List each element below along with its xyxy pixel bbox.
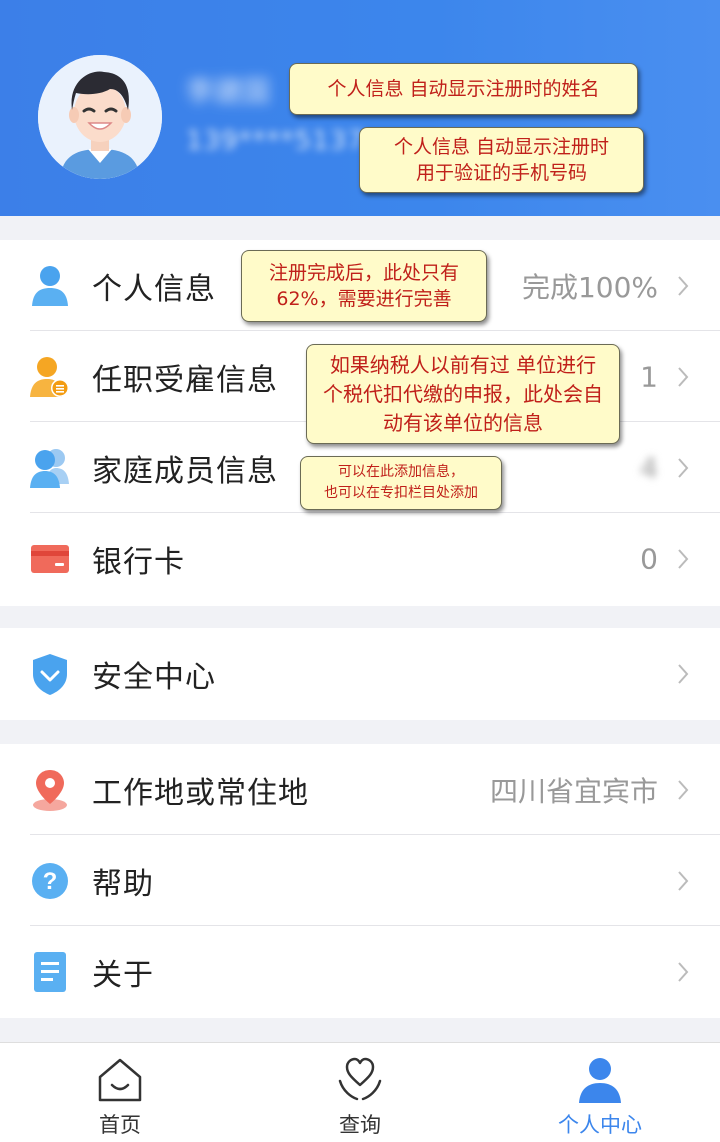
user-icon [579, 1058, 621, 1103]
callout-text: 也可以在专扣栏目处添加 [324, 485, 478, 501]
profile-header: 李建国 139****5137 个人信息 自动显示注册时的姓名 个人信息 自动显… [0, 0, 720, 216]
callout-name-note: 个人信息 自动显示注册时的姓名 [289, 63, 638, 115]
menu-label: 工作地或常住地 [92, 775, 309, 811]
tab-label: 个人中心 [558, 1113, 642, 1137]
callout-text: 个人信息 自动显示注册时的姓名 [327, 78, 600, 100]
chevron-right-icon [678, 275, 689, 296]
completion-value: 完成100% [521, 270, 658, 304]
bank-card-icon [30, 537, 70, 581]
callout-text: 用于验证的手机号码 [415, 162, 587, 184]
callout-employment-note: 如果纳税人以前有过 单位进行 个税代扣代缴的申报，此处会自 动有该单位的信息 [306, 344, 620, 444]
menu-item-about[interactable]: 关于 [0, 926, 720, 1017]
menu-item-location[interactable]: 工作地或常住地 四川省宜宾市 [0, 744, 720, 835]
bottom-tab-bar: 首页 查询 个人中心 [0, 1042, 720, 1142]
menu-item-bank-card[interactable]: 银行卡 0 [0, 513, 720, 604]
callout-family-note: 可以在此添加信息， 也可以在专扣栏目处添加 [300, 456, 502, 510]
menu-label: 安全中心 [92, 660, 216, 695]
chevron-right-icon [678, 548, 689, 569]
chevron-right-icon [678, 870, 689, 891]
menu-label: 任职受雇信息 [92, 362, 278, 398]
avatar-illustration [38, 55, 162, 179]
tab-me[interactable]: 个人中心 [480, 1043, 720, 1142]
callout-text: 62%，需要进行完善 [276, 288, 452, 310]
svg-text:?: ? [43, 868, 58, 895]
document-icon [30, 950, 70, 994]
menu-item-help[interactable]: ? 帮助 [0, 835, 720, 926]
tab-query[interactable]: 查询 [240, 1043, 480, 1142]
menu-label: 家庭成员信息 [92, 453, 278, 489]
callout-text: 注册完成后，此处只有 [268, 262, 459, 284]
menu-label: 关于 [92, 957, 154, 993]
menu-label: 个人信息 [92, 271, 216, 307]
family-icon [30, 446, 70, 490]
info-group: 个人信息 完成100% 任职受雇信息 1 家庭成员信息 4 银行卡 0 注册完成… [0, 240, 720, 606]
tab-home[interactable]: 首页 [0, 1043, 240, 1142]
misc-group: 工作地或常住地 四川省宜宾市 ? 帮助 关于 [0, 744, 720, 1018]
security-group: 安全中心 [0, 628, 720, 720]
home-icon [98, 1058, 142, 1102]
user-phone: 139****5137 [186, 126, 365, 156]
bank-card-count: 0 [640, 542, 658, 575]
person-icon [30, 264, 70, 308]
tab-label: 查询 [339, 1113, 381, 1137]
tab-label: 首页 [99, 1113, 141, 1137]
callout-text: 可以在此添加信息， [338, 464, 464, 480]
callout-personal-note: 注册完成后，此处只有 62%，需要进行完善 [241, 250, 487, 322]
employer-count: 1 [640, 360, 658, 393]
location-pin-icon [30, 768, 70, 812]
callout-text: 个人信息 自动显示注册时 [393, 136, 610, 158]
location-value: 四川省宜宾市 [489, 774, 658, 808]
menu-item-security[interactable]: 安全中心 [0, 628, 720, 720]
chevron-right-icon [678, 457, 689, 478]
help-icon: ? [30, 859, 70, 903]
menu-label: 银行卡 [92, 544, 185, 580]
callout-phone-note: 个人信息 自动显示注册时 用于验证的手机号码 [359, 127, 644, 193]
callout-text: 动有该单位的信息 [383, 410, 543, 435]
chevron-right-icon [678, 366, 689, 387]
menu-label: 帮助 [92, 866, 154, 902]
employee-icon [30, 355, 70, 399]
chevron-right-icon [678, 961, 689, 982]
avatar[interactable] [38, 55, 162, 179]
chevron-right-icon [678, 664, 689, 684]
heart-hands-icon [338, 1057, 382, 1101]
chevron-right-icon [678, 779, 689, 800]
shield-icon [30, 652, 70, 696]
callout-text: 如果纳税人以前有过 单位进行 [329, 352, 597, 377]
callout-text: 个税代扣代缴的申报，此处会自 [323, 381, 603, 406]
family-count: 4 [640, 451, 658, 484]
